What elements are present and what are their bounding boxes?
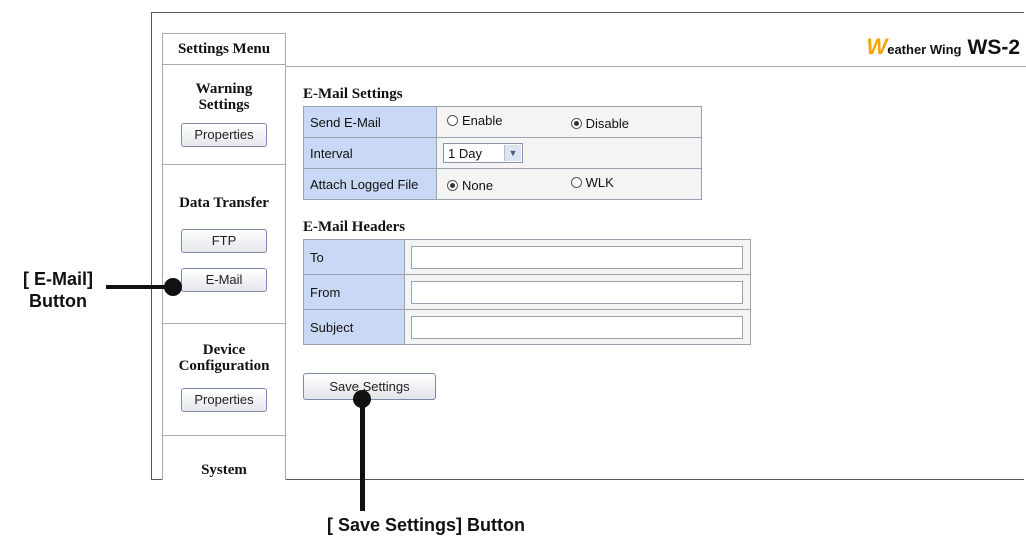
- to-cell: [404, 239, 751, 275]
- chevron-down-icon: ▼: [504, 145, 521, 161]
- callout-line: Button: [29, 291, 87, 311]
- email-headers-title: E-Mail Headers: [303, 219, 406, 235]
- radio-checked-icon: [447, 180, 458, 191]
- interval-row: Interval 1 Day ▼: [303, 137, 702, 169]
- settings-sidebar: Settings Menu Warning Settings Propertie…: [162, 33, 286, 480]
- from-label: From: [303, 274, 405, 310]
- interval-value: 1 Day: [448, 145, 482, 161]
- radio-checked-icon: [570, 118, 582, 129]
- sidebar-heading-system: System: [201, 462, 247, 478]
- sidebar-title: Settings Menu: [163, 34, 285, 65]
- sidebar-section-data-transfer: Data Transfer FTP E-Mail: [163, 165, 285, 324]
- sidebar-heading-device: Device Configuration: [163, 324, 285, 374]
- heading-line: Device: [202, 342, 246, 358]
- email-settings-table: Send E-Mail Enable Disable Interval 1 Da…: [303, 106, 702, 200]
- save-callout-pointer-line: [360, 398, 365, 511]
- sidebar-heading-warning: Warning Settings: [163, 65, 285, 113]
- save-callout-pointer-dot: [353, 390, 371, 408]
- send-email-options: Enable Disable: [436, 106, 702, 138]
- weather-wing-logo: W eather Wing WS-2: [866, 34, 1020, 62]
- email-settings-title: E-Mail Settings: [303, 86, 403, 102]
- subject-input[interactable]: [411, 315, 743, 339]
- heading-line: Configuration: [178, 358, 270, 374]
- logo-text: eather Wing: [887, 42, 962, 57]
- interval-cell: 1 Day ▼: [436, 137, 702, 169]
- send-disable-radio[interactable]: Disable: [570, 116, 629, 131]
- radio-label: Disable: [585, 116, 629, 131]
- send-email-label: Send E-Mail: [303, 106, 437, 138]
- subject-row: Subject: [303, 309, 751, 345]
- heading-line: Settings: [198, 97, 250, 113]
- ftp-button[interactable]: FTP: [181, 229, 267, 253]
- attach-options: None WLK: [436, 168, 702, 200]
- from-cell: [404, 274, 751, 310]
- sidebar-heading-data-transfer: Data Transfer: [179, 195, 269, 211]
- sidebar-section-warning: Warning Settings Properties: [163, 65, 285, 165]
- subject-cell: [404, 309, 751, 345]
- email-button-callout: [ E-Mail] Button: [8, 268, 108, 312]
- attach-label: Attach Logged File: [303, 168, 437, 200]
- attach-row: Attach Logged File None WLK: [303, 168, 702, 200]
- sidebar-section-system: System: [163, 436, 285, 480]
- from-row: From: [303, 274, 751, 310]
- to-row: To: [303, 239, 751, 275]
- header-divider: [286, 66, 1026, 67]
- save-settings-callout: [ Save Settings] Button: [327, 515, 526, 535]
- interval-label: Interval: [303, 137, 437, 169]
- logo-initial: W: [866, 34, 888, 59]
- send-enable-radio[interactable]: Enable: [447, 113, 567, 128]
- device-properties-button[interactable]: Properties: [181, 388, 267, 412]
- from-input[interactable]: [411, 280, 743, 304]
- sidebar-section-device-config: Device Configuration Properties: [163, 324, 285, 436]
- heading-line: Warning: [195, 81, 253, 97]
- radio-label: WLK: [585, 175, 614, 190]
- subject-label: Subject: [303, 309, 405, 345]
- email-headers-table: To From Subject: [303, 239, 751, 345]
- warning-properties-button[interactable]: Properties: [181, 123, 267, 147]
- callout-line: [ E-Mail]: [23, 269, 93, 289]
- to-label: To: [303, 239, 405, 275]
- radio-unchecked-icon: [570, 177, 582, 188]
- email-button[interactable]: E-Mail: [181, 268, 267, 292]
- model-name: WS-2: [967, 36, 1021, 59]
- to-input[interactable]: [411, 245, 743, 269]
- radio-unchecked-icon: [447, 115, 458, 126]
- send-email-row: Send E-Mail Enable Disable: [303, 106, 702, 138]
- radio-label: Enable: [462, 113, 503, 128]
- attach-none-radio[interactable]: None: [447, 178, 567, 193]
- email-callout-pointer-dot: [164, 278, 182, 296]
- interval-select[interactable]: 1 Day ▼: [443, 143, 523, 163]
- radio-label: None: [462, 178, 494, 193]
- attach-wlk-radio[interactable]: WLK: [570, 175, 614, 190]
